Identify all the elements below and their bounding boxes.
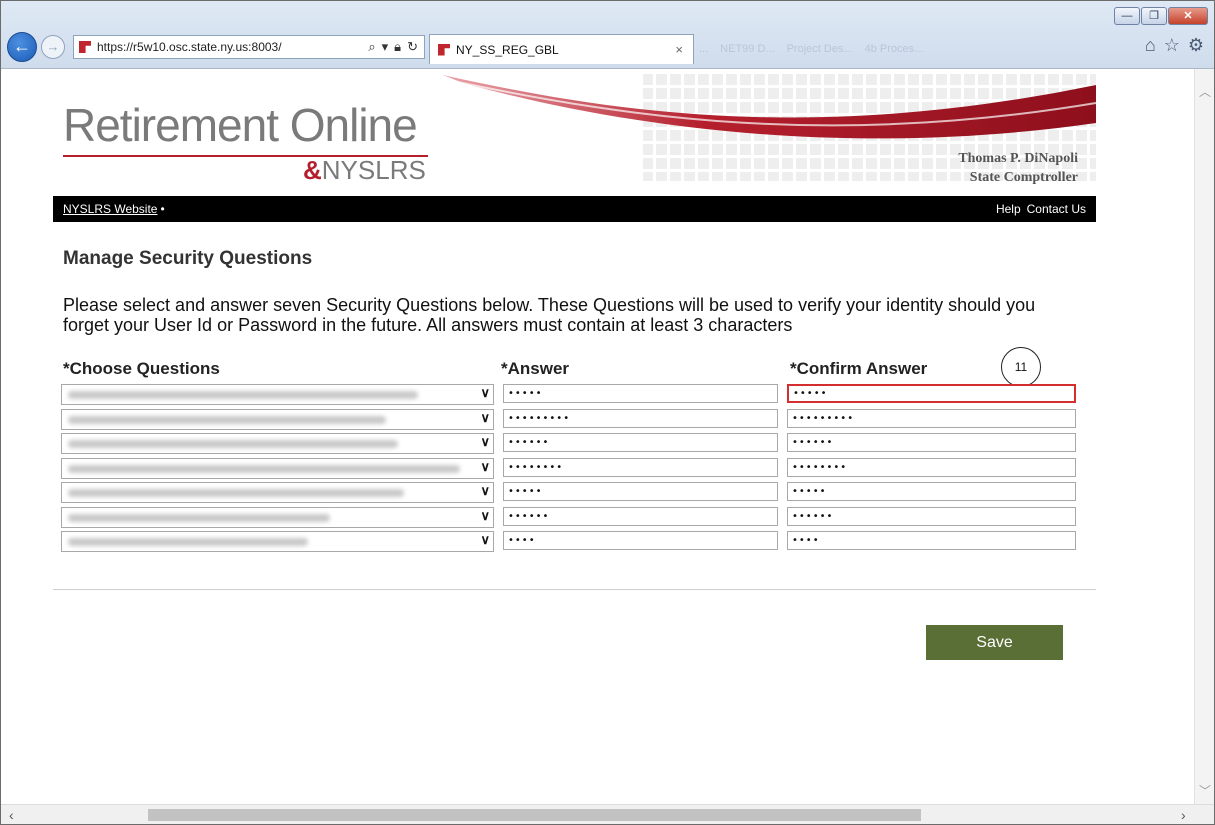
dropdown-icon[interactable]: ▾	[382, 39, 389, 55]
comptroller-title: State Comptroller	[969, 170, 1078, 185]
answer-field[interactable]: •••••	[503, 384, 778, 403]
nyslrs-mark-icon: &	[303, 155, 322, 185]
tab-favicon-icon	[438, 43, 450, 56]
save-button[interactable]: Save	[926, 625, 1063, 660]
page-title: Manage Security Questions	[63, 248, 313, 269]
site-favicon-icon	[79, 41, 91, 53]
chevron-down-icon: ∨	[480, 532, 490, 547]
question-select[interactable]: ∨	[61, 531, 494, 552]
answer-field[interactable]: ••••	[503, 531, 778, 550]
choose-questions-header: *Choose Questions	[63, 359, 220, 378]
chevron-down-icon: ∨	[480, 483, 490, 498]
instructions-text: Please select and answer seven Security …	[63, 295, 1036, 335]
horizontal-scroll-thumb[interactable]	[148, 809, 921, 821]
question-row: ∨ ••••• •••••	[53, 383, 1096, 408]
question-row: ∨ •••• ••••	[53, 530, 1096, 555]
confirm-answer-header: *Confirm Answer	[790, 359, 928, 378]
tab-title: NY_SS_REG_GBL	[456, 42, 559, 57]
answer-field[interactable]: ••••••	[503, 506, 778, 526]
confirm-answer-field[interactable]: ••••••••	[787, 457, 1076, 477]
scroll-up-icon[interactable]: ︿	[1199, 83, 1211, 100]
address-url: https://r5w10.osc.state.ny.us:8003/	[97, 40, 282, 54]
question-select[interactable]: ∨	[61, 433, 494, 454]
background-tab[interactable]: NET99 D...	[720, 43, 774, 55]
question-select[interactable]: ∨	[61, 482, 494, 503]
confirm-answer-field[interactable]: •••••	[787, 384, 1076, 403]
answer-field[interactable]: ••••••	[503, 433, 778, 452]
background-tabs: ... NET99 D... Project Des... 4b Proces.…	[699, 37, 1139, 61]
chevron-down-icon: ∨	[480, 507, 490, 523]
vertical-scrollbar[interactable]: ︿ ﹀	[1194, 69, 1214, 805]
background-tab[interactable]: ...	[699, 43, 708, 55]
contact-us-link[interactable]: Contact Us	[1027, 202, 1086, 216]
logo-subtitle: &NYSLRS	[303, 155, 426, 185]
tab-close-icon[interactable]: ×	[675, 42, 683, 57]
answer-field[interactable]: ••••••••	[503, 457, 778, 477]
answer-header: *Answer	[501, 359, 570, 378]
background-tab[interactable]: 4b Proces...	[865, 43, 924, 55]
minimize-button[interactable]: —	[1114, 7, 1140, 25]
tab-active[interactable]: NY_SS_REG_GBL ×	[429, 34, 694, 64]
search-icon[interactable]: ⌕	[368, 39, 375, 55]
answer-field[interactable]: •••••••••	[503, 408, 778, 428]
answer-field[interactable]: •••••	[503, 482, 778, 501]
chevron-down-icon: ∨	[480, 385, 490, 400]
logo-title: Retirement Online	[63, 99, 418, 151]
help-link[interactable]: Help	[996, 202, 1021, 216]
forward-arrow-icon[interactable]: →	[41, 35, 65, 59]
back-arrow-icon[interactable]: ←	[7, 32, 37, 62]
nyslrs-website-link[interactable]: NYSLRS Website	[63, 202, 157, 216]
nav-bullet: •	[160, 202, 165, 216]
section-divider	[53, 588, 1096, 590]
refresh-icon[interactable]: ↻	[407, 39, 418, 55]
step-callout-badge: 11	[1001, 347, 1041, 387]
site-banner: Retirement Online &NYSLRS Thomas P. DiNa…	[53, 73, 1096, 196]
question-select[interactable]: ∨	[61, 384, 494, 405]
scroll-down-icon[interactable]: ﹀	[1199, 782, 1211, 799]
question-select[interactable]: ∨	[61, 457, 494, 479]
question-select[interactable]: ∨	[61, 408, 494, 430]
close-window-button[interactable]: ✕	[1168, 7, 1208, 25]
comptroller-name: Thomas P. DiNapoli	[958, 151, 1078, 166]
question-row: ∨ •••••••• ••••••••	[53, 457, 1096, 482]
window-controls: — ❐ ✕	[1114, 7, 1208, 25]
comptroller-block: Thomas P. DiNapoli State Comptroller	[958, 149, 1078, 187]
lock-icon: 🔒︎	[394, 39, 402, 54]
questions-grid: ∨ ••••• ••••• ∨ ••••••••• ••••••••• ∨ ••…	[53, 383, 1096, 555]
questions-header-row: *Choose Questions *Answer *Confirm Answe…	[53, 347, 1096, 387]
favorites-star-icon[interactable]: ☆	[1164, 35, 1180, 56]
question-row: ∨ •••••• ••••••	[53, 432, 1096, 457]
address-bar[interactable]: https://r5w10.osc.state.ny.us:8003/ ⌕ ▾ …	[73, 35, 425, 59]
confirm-answer-field[interactable]: ••••••	[787, 433, 1076, 452]
background-tab[interactable]: Project Des...	[787, 43, 853, 55]
confirm-answer-field[interactable]: ••••••	[787, 506, 1076, 526]
chevron-down-icon: ∨	[480, 434, 490, 449]
question-row: ∨ •••••• ••••••	[53, 506, 1096, 531]
question-select[interactable]: ∨	[61, 506, 494, 528]
page-content: Retirement Online &NYSLRS Thomas P. DiNa…	[53, 73, 1096, 660]
browser-tools: ⌂ ☆ ⚙	[1145, 35, 1204, 56]
chevron-down-icon: ∨	[480, 458, 490, 474]
question-row: ∨ ••••• •••••	[53, 481, 1096, 506]
question-row: ∨ ••••••••• •••••••••	[53, 408, 1096, 433]
settings-gear-icon[interactable]: ⚙	[1188, 35, 1204, 56]
confirm-answer-field[interactable]: ••••	[787, 531, 1076, 550]
confirm-answer-field[interactable]: •••••••••	[787, 408, 1076, 428]
horizontal-scrollbar[interactable]: ‹ ›	[1, 804, 1214, 824]
chevron-down-icon: ∨	[480, 409, 490, 425]
confirm-answer-field[interactable]: •••••	[787, 482, 1076, 501]
scroll-left-icon[interactable]: ‹	[9, 807, 14, 823]
restore-button[interactable]: ❐	[1141, 7, 1167, 25]
nav-right-links: Help Contact Us	[996, 202, 1086, 216]
top-nav-bar: NYSLRS Website • Help Contact Us	[53, 196, 1096, 222]
home-icon[interactable]: ⌂	[1145, 35, 1156, 56]
browser-window: — ❐ ✕ ← → https://r5w10.osc.state.ny.us:…	[0, 0, 1215, 825]
scroll-right-icon[interactable]: ›	[1181, 807, 1186, 823]
browser-chrome: — ❐ ✕ ← → https://r5w10.osc.state.ny.us:…	[1, 1, 1214, 69]
